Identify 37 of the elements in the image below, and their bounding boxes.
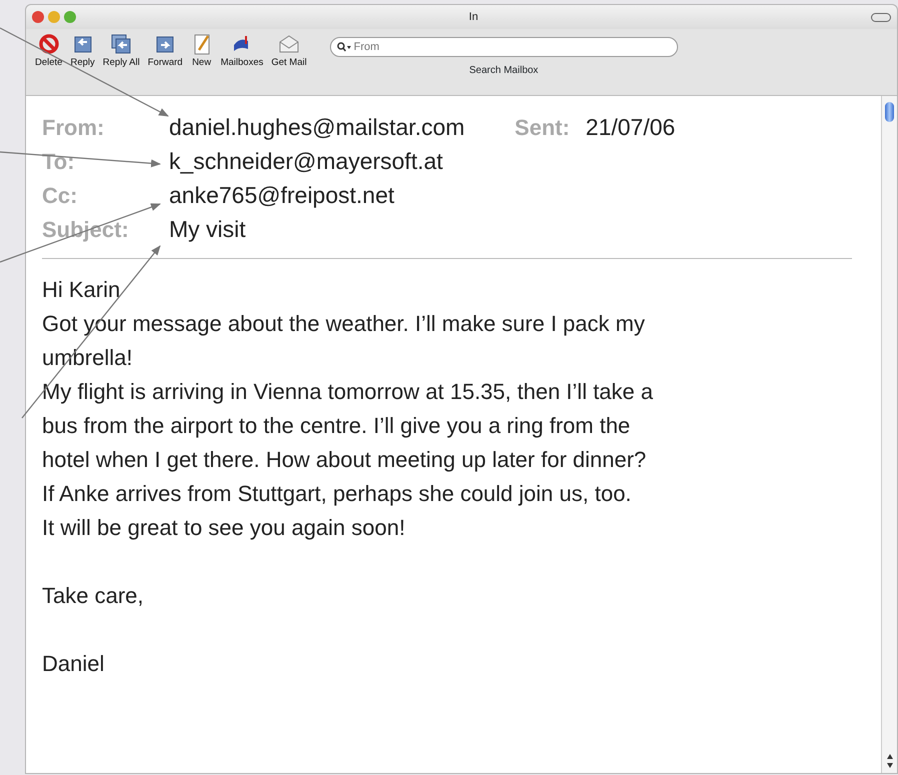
get-mail-button[interactable]: Get Mail xyxy=(268,33,310,68)
search-input[interactable]: From xyxy=(354,38,654,56)
scrollbar[interactable] xyxy=(881,96,897,773)
search-icon xyxy=(336,42,351,52)
header-label: Cc: xyxy=(42,183,78,208)
text-line: My flight is arriving in Vienna tomorrow at 15.35, then I’ll take a xyxy=(42,378,654,406)
text-line: hotel when I get there. How about meeting up later for dinner? xyxy=(42,446,648,474)
new-button[interactable]: New xyxy=(188,33,216,68)
reply-all-button[interactable]: Reply All xyxy=(100,33,143,68)
header-value: daniel.hughes@mailstar.com xyxy=(169,113,465,142)
mailboxes-button[interactable]: Mailboxes xyxy=(218,33,266,68)
header-value: anke765@freipost.net xyxy=(169,181,394,210)
forward-button[interactable]: Forward xyxy=(144,33,186,68)
header-value: 21/07/06 xyxy=(586,113,676,142)
scroll-thumb[interactable] xyxy=(885,102,894,122)
scroll-arrows-icon[interactable] xyxy=(886,753,894,769)
header-label: Sent: xyxy=(514,114,570,142)
window-title: In xyxy=(468,10,480,25)
text-line: Daniel xyxy=(42,650,106,678)
envelope-icon xyxy=(278,33,300,55)
text-line: If Anke arrives from Stuttgart, perhaps she could join us, too. xyxy=(42,480,632,508)
header-value: My visit xyxy=(169,215,246,244)
search-field[interactable]: From xyxy=(330,37,678,57)
reply-button[interactable]: Reply xyxy=(67,33,98,68)
zoom-button[interactable] xyxy=(64,11,76,23)
text-line: It will be great to see you again soon! xyxy=(42,514,406,542)
close-button[interactable] xyxy=(32,11,44,23)
toolbar-toggle-button[interactable] xyxy=(871,12,891,22)
delete-button[interactable]: Delete xyxy=(32,33,66,68)
text-line: Hi Karin xyxy=(42,276,122,304)
reply-all-icon xyxy=(110,33,132,55)
search-label: Search Mailbox xyxy=(469,64,538,78)
delete-icon xyxy=(38,33,60,55)
text-line: Take care, xyxy=(42,582,144,610)
header-value: k_schneider@mayersoft.at xyxy=(169,147,443,176)
header-label: From: xyxy=(42,115,104,140)
text-line: bus from the airport to the centre. I’ll give you a ring from the xyxy=(42,412,632,440)
